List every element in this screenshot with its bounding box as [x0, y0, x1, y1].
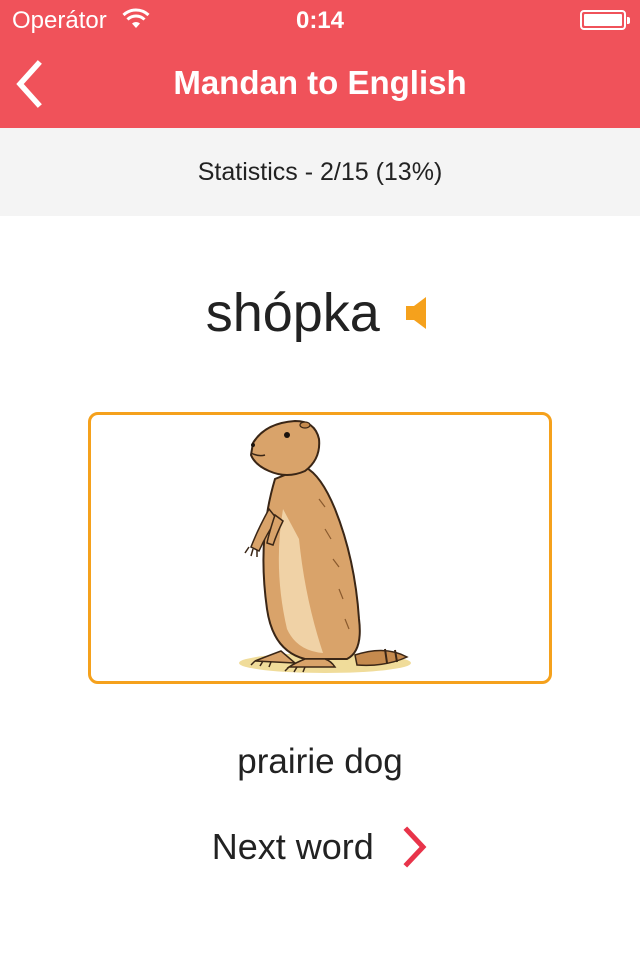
chevron-right-icon [403, 826, 427, 868]
battery-icon [580, 10, 630, 30]
speaker-icon[interactable] [404, 295, 434, 331]
picture-card[interactable] [88, 412, 552, 684]
next-word-button[interactable]: Next word [0, 826, 640, 876]
prairie-dog-illustration [239, 419, 411, 673]
status-time: 0:14 [295, 7, 345, 34]
status-bar: Operátor 0:14 [0, 0, 640, 40]
statistics-bar: Statistics - 2/15 (13%) [0, 128, 640, 216]
page-title: Mandan to English [173, 64, 467, 101]
statistics-text: Statistics - 2/15 (13%) [197, 158, 443, 186]
next-word-label: Next word [211, 826, 374, 867]
word-row: shópka [0, 282, 640, 354]
english-answer: prairie dog [237, 742, 403, 781]
navigation-bar: Operátor 0:14 Mandan to English [0, 0, 640, 128]
mandan-word: shópka [205, 283, 380, 343]
